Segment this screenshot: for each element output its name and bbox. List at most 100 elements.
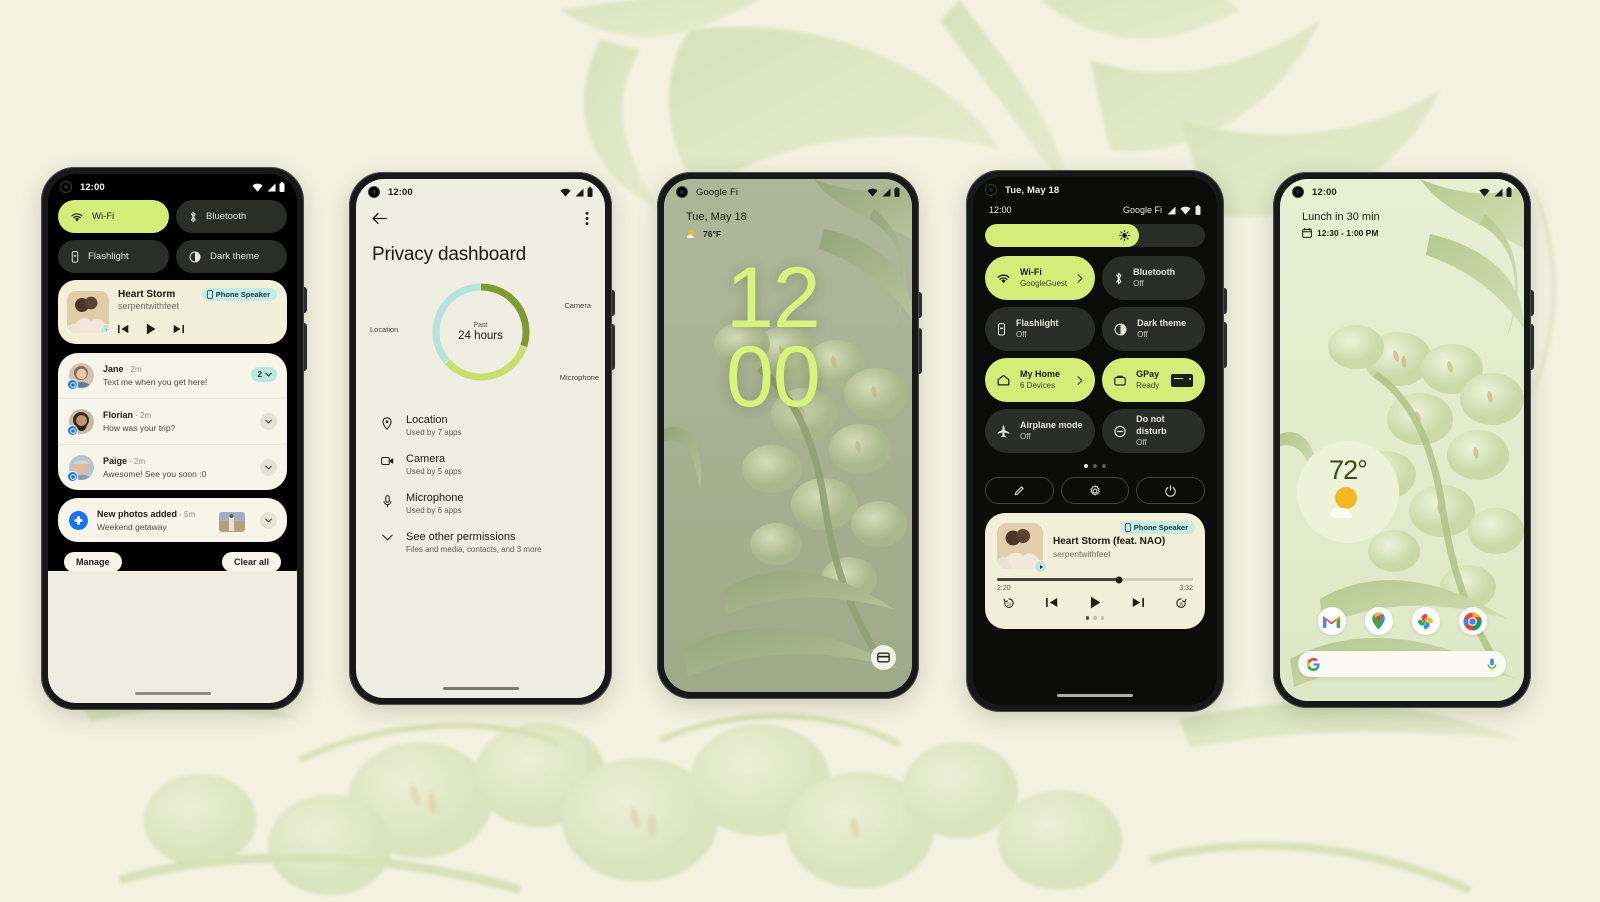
qs-tile-wifi[interactable]: Wi-Fi GoogleGuest xyxy=(985,256,1096,300)
lock-screen-info: Tue, May 18 76°F xyxy=(664,205,912,239)
more-vert-icon[interactable] xyxy=(585,211,589,226)
chevron-right-icon[interactable] xyxy=(1077,273,1083,283)
at-a-glance-subtitle: 12:30 - 1:00 PM xyxy=(1302,228,1524,238)
play-icon[interactable] xyxy=(1090,596,1101,609)
list-item-location[interactable]: Location Used by 7 apps xyxy=(360,406,605,445)
list-item[interactable]: Jane · 2m Text me when you get here! 2 xyxy=(58,353,287,398)
home-gesture-bar[interactable] xyxy=(1057,694,1133,697)
list-item-camera[interactable]: Camera Used by 5 apps xyxy=(360,445,605,484)
qs-tile-do-not-disturb[interactable]: Do not disturb Off xyxy=(1102,409,1205,453)
now-playing-badge xyxy=(1034,560,1047,573)
donut-label-location: Location xyxy=(370,325,399,334)
chevron-down-icon xyxy=(265,419,272,424)
media-seek-handle[interactable] xyxy=(1115,576,1123,583)
photos-notification-card[interactable]: New photos added · 5m Weekend getaway xyxy=(58,498,287,542)
list-item[interactable]: New photos added · 5m Weekend getaway xyxy=(58,498,287,542)
list-item[interactable]: Florian · 2m How was your trip? xyxy=(58,398,287,444)
brightness-slider[interactable] xyxy=(985,224,1205,247)
quick-tile-flashlight[interactable]: Flashlight xyxy=(58,240,169,273)
arrow-back-icon[interactable] xyxy=(372,212,387,225)
qs-tile-bluetooth[interactable]: Bluetooth Off xyxy=(1102,256,1205,300)
quick-settings-status-row: 12:00 Google Fi xyxy=(973,203,1217,215)
clock-minutes: 00 xyxy=(726,329,821,426)
signal-icon xyxy=(1167,206,1176,214)
battery-icon xyxy=(894,187,900,197)
qs-tile-sublabel: GoogleGuest xyxy=(1020,279,1068,289)
gpay-card-art xyxy=(1171,373,1193,387)
quick-tile-bluetooth[interactable]: Bluetooth xyxy=(176,200,287,233)
app-icon-photos xyxy=(69,511,88,530)
qs-tile-my-home[interactable]: My Home 6 Devices xyxy=(985,358,1096,402)
wifi-icon xyxy=(997,274,1010,283)
donut-center-label: Past 24 hours xyxy=(458,322,503,342)
app-chrome[interactable] xyxy=(1458,607,1487,635)
signal-icon xyxy=(1494,188,1503,196)
media-output-chip[interactable]: Phone Speaker xyxy=(1119,521,1195,534)
qs-tile-label: Bluetooth xyxy=(1133,266,1176,277)
google-search-bar[interactable] xyxy=(1298,651,1506,677)
manage-button[interactable]: Manage xyxy=(64,552,122,572)
app-badge-messages xyxy=(67,425,78,436)
media-output-chip[interactable]: Phone Speaker xyxy=(201,288,277,301)
list-item[interactable]: Paige · 2m Awesome! See you soon :0 xyxy=(58,444,287,490)
lock-clock: 12 00 xyxy=(726,250,821,426)
list-item-see-other-permissions[interactable]: See other permissions Files and media, c… xyxy=(360,523,605,562)
clock-hours: 12 xyxy=(726,250,821,346)
power-button[interactable] xyxy=(1136,477,1206,504)
wallet-card-icon xyxy=(877,652,890,663)
qs-tile-label: My Home xyxy=(1020,368,1061,379)
qs-carrier: Google Fi xyxy=(1122,205,1162,215)
qs-tile-airplane-mode[interactable]: Airplane mode Off xyxy=(985,409,1096,453)
media-page-indicator[interactable] xyxy=(997,616,1193,620)
settings-button[interactable] xyxy=(1060,477,1130,504)
edit-tiles-button[interactable] xyxy=(985,477,1054,504)
forward-30-icon[interactable]: 30 xyxy=(1175,597,1187,609)
qs-tile-dark-theme[interactable]: Dark theme Off xyxy=(1102,307,1205,351)
screen-notification-shade: 12:00 Wi-Fi Bluetooth Flashlight Dark th… xyxy=(48,174,297,703)
media-output-label: Phone Speaker xyxy=(215,290,270,299)
chrome-icon xyxy=(1463,612,1482,630)
now-playing-badge xyxy=(100,324,109,333)
quick-tile-wifi[interactable]: Wi-Fi xyxy=(58,200,169,233)
notification-sender: Jane xyxy=(103,364,124,374)
quick-tile-label: Wi-Fi xyxy=(92,211,115,222)
donut-label-camera: Camera xyxy=(564,301,591,310)
skip-previous-icon[interactable] xyxy=(1046,597,1058,608)
gmail-icon xyxy=(1323,615,1340,628)
battery-icon xyxy=(279,182,285,192)
gesture-area xyxy=(973,689,1217,705)
at-a-glance-widget[interactable]: Lunch in 30 min 12:30 - 1:00 PM xyxy=(1280,205,1524,238)
app-gmail[interactable] xyxy=(1317,607,1346,635)
media-player-card[interactable]: Heart Storm serpentwithfeet Phone Speake… xyxy=(58,280,287,344)
qs-tile-gpay[interactable]: GPay Ready xyxy=(1102,358,1205,402)
qs-tile-flashlight[interactable]: Flashlight Off xyxy=(985,307,1096,351)
media-seek-bar[interactable] xyxy=(997,576,1193,583)
notification-expand-button[interactable] xyxy=(260,512,277,529)
status-icons xyxy=(1479,187,1512,197)
notification-expand-count[interactable]: 2 xyxy=(250,367,277,382)
replay-10-icon[interactable]: 10 xyxy=(1003,597,1015,609)
partly-sunny-icon xyxy=(687,229,694,238)
notification-time: 2m xyxy=(140,411,152,420)
play-icon[interactable] xyxy=(146,323,156,335)
weather-widget[interactable]: 72° xyxy=(1297,441,1399,543)
microphone-icon[interactable] xyxy=(1487,658,1497,671)
chevron-right-icon[interactable] xyxy=(1077,375,1083,385)
skip-previous-icon[interactable] xyxy=(118,324,129,334)
notification-expand-button[interactable] xyxy=(260,413,277,430)
notification-expand-button[interactable] xyxy=(260,459,277,476)
home-gesture-bar[interactable] xyxy=(442,687,519,690)
permission-sub: Used by 6 apps xyxy=(406,506,462,515)
app-photos[interactable] xyxy=(1411,607,1440,635)
media-title: Heart Storm (feat. NAO) xyxy=(1053,536,1166,547)
quick-tile-dark-theme[interactable]: Dark theme xyxy=(176,240,287,273)
app-maps[interactable] xyxy=(1364,607,1393,635)
wallet-shortcut-button[interactable] xyxy=(871,645,896,670)
see-other-permissions-sub: Files and media, contacts, and 3 more xyxy=(406,545,542,554)
skip-next-icon[interactable] xyxy=(1132,597,1144,608)
clear-all-button[interactable]: Clear all xyxy=(221,552,281,572)
home-gesture-bar[interactable] xyxy=(134,692,211,695)
media-player-card[interactable]: Heart Storm (feat. NAO) serpentwithfeet … xyxy=(985,513,1205,629)
skip-next-icon[interactable] xyxy=(173,324,184,334)
list-item-microphone[interactable]: Microphone Used by 6 apps xyxy=(360,484,605,523)
